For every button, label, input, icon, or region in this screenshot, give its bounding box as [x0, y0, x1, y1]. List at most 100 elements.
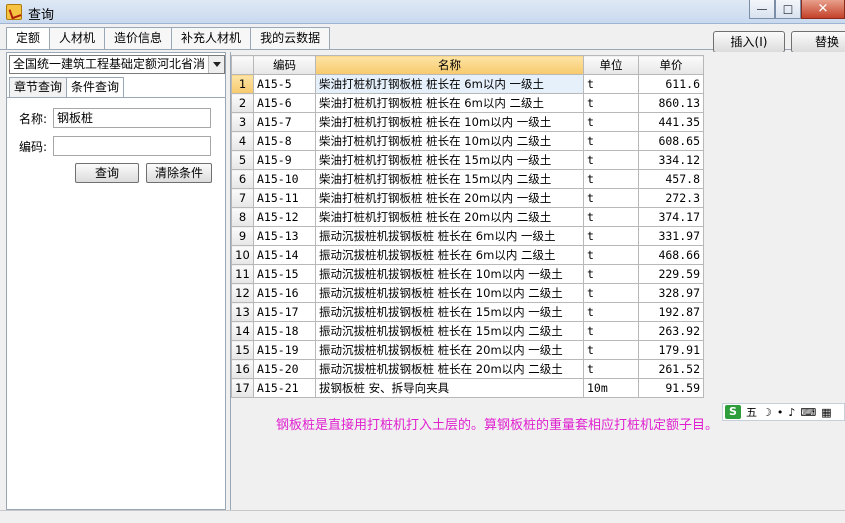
- cell-unit[interactable]: t: [583, 302, 639, 322]
- cell-unit[interactable]: t: [583, 112, 639, 132]
- cell-name[interactable]: 柴油打桩机打钢板桩 桩长在 15m以内 一级土: [315, 150, 584, 170]
- cell-unit[interactable]: t: [583, 283, 639, 303]
- tab-quota[interactable]: 定额: [6, 27, 51, 50]
- cell-unit[interactable]: t: [583, 245, 639, 265]
- cell-price[interactable]: 179.91: [638, 340, 704, 360]
- table-row[interactable]: 3 A15-7 柴油打桩机打钢板桩 桩长在 10m以内 一级土 t 441.35: [231, 112, 704, 132]
- cell-code[interactable]: A15-10: [253, 169, 316, 189]
- row-number[interactable]: 7: [231, 188, 254, 208]
- row-number[interactable]: 12: [231, 283, 254, 303]
- row-number[interactable]: 13: [231, 302, 254, 322]
- cell-price[interactable]: 374.17: [638, 207, 704, 227]
- cell-name[interactable]: 柴油打桩机打钢板桩 桩长在 10m以内 二级土: [315, 131, 584, 151]
- row-number[interactable]: 3: [231, 112, 254, 132]
- table-row[interactable]: 4 A15-8 柴油打桩机打钢板桩 桩长在 10m以内 二级土 t 608.65: [231, 131, 704, 151]
- cell-code[interactable]: A15-13: [253, 226, 316, 246]
- cell-code[interactable]: A15-14: [253, 245, 316, 265]
- cell-name[interactable]: 柴油打桩机打钢板桩 桩长在 6m以内 二级土: [315, 93, 584, 113]
- tab-supplement[interactable]: 补充人材机: [171, 27, 252, 49]
- tab-condition-query[interactable]: 条件查询: [66, 77, 125, 97]
- cell-code[interactable]: A15-17: [253, 302, 316, 322]
- cell-unit[interactable]: t: [583, 188, 639, 208]
- cell-code[interactable]: A15-19: [253, 340, 316, 360]
- ime-toolbar[interactable]: S 五 ☽ • ♪ ⌨ ▦: [722, 403, 845, 421]
- cell-price[interactable]: 192.87: [638, 302, 704, 322]
- cell-code[interactable]: A15-12: [253, 207, 316, 227]
- quota-library-select[interactable]: 全国统一建筑工程基础定额河北省消: [9, 55, 225, 74]
- cell-price[interactable]: 441.35: [638, 112, 704, 132]
- row-number[interactable]: 4: [231, 131, 254, 151]
- table-row[interactable]: 2 A15-6 柴油打桩机打钢板桩 桩长在 6m以内 二级土 t 860.13: [231, 93, 704, 113]
- chevron-down-icon[interactable]: [208, 56, 224, 73]
- close-button[interactable]: ✕: [801, 0, 845, 19]
- cell-price[interactable]: 457.8: [638, 169, 704, 189]
- minimize-button[interactable]: —: [749, 0, 775, 19]
- header-price[interactable]: 单价: [638, 55, 704, 75]
- cell-price[interactable]: 611.6: [638, 74, 704, 94]
- cell-name[interactable]: 振动沉拔桩机拔钢板桩 桩长在 10m以内 二级土: [315, 283, 584, 303]
- cell-name[interactable]: 柴油打桩机打钢板桩 桩长在 20m以内 二级土: [315, 207, 584, 227]
- row-number[interactable]: 9: [231, 226, 254, 246]
- row-number[interactable]: 17: [231, 378, 254, 398]
- cell-unit[interactable]: t: [583, 207, 639, 227]
- tab-cloud-data[interactable]: 我的云数据: [250, 27, 331, 49]
- query-button[interactable]: 查询: [75, 163, 139, 183]
- cell-price[interactable]: 860.13: [638, 93, 704, 113]
- cell-name[interactable]: 柴油打桩机打钢板桩 桩长在 15m以内 二级土: [315, 169, 584, 189]
- row-number[interactable]: 8: [231, 207, 254, 227]
- clear-conditions-button[interactable]: 清除条件: [146, 163, 212, 183]
- cell-code[interactable]: A15-18: [253, 321, 316, 341]
- cell-code[interactable]: A15-6: [253, 93, 316, 113]
- cell-code[interactable]: A15-5: [253, 74, 316, 94]
- replace-button[interactable]: 替换: [791, 31, 845, 53]
- cell-unit[interactable]: t: [583, 340, 639, 360]
- cell-name[interactable]: 振动沉拔桩机拔钢板桩 桩长在 15m以内 二级土: [315, 321, 584, 341]
- cell-price[interactable]: 331.97: [638, 226, 704, 246]
- cell-name[interactable]: 振动沉拔桩机拔钢板桩 桩长在 20m以内 二级土: [315, 359, 584, 379]
- cell-name[interactable]: 振动沉拔桩机拔钢板桩 桩长在 6m以内 二级土: [315, 245, 584, 265]
- cell-unit[interactable]: t: [583, 359, 639, 379]
- table-row[interactable]: 10 A15-14 振动沉拔桩机拔钢板桩 桩长在 6m以内 二级土 t 468.66: [231, 245, 704, 265]
- code-input[interactable]: [53, 136, 211, 156]
- table-row[interactable]: 1 A15-5 柴油打桩机打钢板桩 桩长在 6m以内 一级土 t 611.6: [231, 74, 704, 94]
- row-number[interactable]: 15: [231, 340, 254, 360]
- row-number[interactable]: 1: [231, 74, 254, 94]
- table-row[interactable]: 17 A15-21 拔钢板桩 安、拆导向夹具 10m 91.59: [231, 378, 704, 398]
- cell-name[interactable]: 振动沉拔桩机拔钢板桩 桩长在 20m以内 一级土: [315, 340, 584, 360]
- row-number[interactable]: 5: [231, 150, 254, 170]
- row-number[interactable]: 6: [231, 169, 254, 189]
- row-number[interactable]: 14: [231, 321, 254, 341]
- table-row[interactable]: 16 A15-20 振动沉拔桩机拔钢板桩 桩长在 20m以内 二级土 t 261.52: [231, 359, 704, 379]
- cell-name[interactable]: 振动沉拔桩机拔钢板桩 桩长在 15m以内 一级土: [315, 302, 584, 322]
- cell-price[interactable]: 91.59: [638, 378, 704, 398]
- table-row[interactable]: 14 A15-18 振动沉拔桩机拔钢板桩 桩长在 15m以内 二级土 t 263.92: [231, 321, 704, 341]
- table-row[interactable]: 12 A15-16 振动沉拔桩机拔钢板桩 桩长在 10m以内 二级土 t 328.97: [231, 283, 704, 303]
- cell-price[interactable]: 272.3: [638, 188, 704, 208]
- cell-price[interactable]: 229.59: [638, 264, 704, 284]
- row-number[interactable]: 10: [231, 245, 254, 265]
- cell-price[interactable]: 468.66: [638, 245, 704, 265]
- tab-chapter-query[interactable]: 章节查询: [9, 77, 68, 97]
- cell-code[interactable]: A15-15: [253, 264, 316, 284]
- table-row[interactable]: 11 A15-15 振动沉拔桩机拔钢板桩 桩长在 10m以内 一级土 t 229.59: [231, 264, 704, 284]
- cell-unit[interactable]: 10m: [583, 378, 639, 398]
- name-input[interactable]: 钢板桩: [53, 108, 211, 128]
- cell-price[interactable]: 608.65: [638, 131, 704, 151]
- cell-name[interactable]: 柴油打桩机打钢板桩 桩长在 20m以内 一级土: [315, 188, 584, 208]
- cell-unit[interactable]: t: [583, 150, 639, 170]
- row-number[interactable]: 11: [231, 264, 254, 284]
- table-row[interactable]: 6 A15-10 柴油打桩机打钢板桩 桩长在 15m以内 二级土 t 457.8: [231, 169, 704, 189]
- tab-cost-info[interactable]: 造价信息: [104, 27, 173, 49]
- cell-code[interactable]: A15-8: [253, 131, 316, 151]
- cell-price[interactable]: 334.12: [638, 150, 704, 170]
- row-number[interactable]: 16: [231, 359, 254, 379]
- cell-name[interactable]: 拔钢板桩 安、拆导向夹具: [315, 378, 584, 398]
- cell-code[interactable]: A15-21: [253, 378, 316, 398]
- tab-labor-material-machine[interactable]: 人材机: [49, 27, 106, 49]
- table-row[interactable]: 15 A15-19 振动沉拔桩机拔钢板桩 桩长在 20m以内 一级土 t 179.91: [231, 340, 704, 360]
- cell-price[interactable]: 328.97: [638, 283, 704, 303]
- cell-name[interactable]: 振动沉拔桩机拔钢板桩 桩长在 6m以内 一级土: [315, 226, 584, 246]
- cell-code[interactable]: A15-20: [253, 359, 316, 379]
- table-row[interactable]: 8 A15-12 柴油打桩机打钢板桩 桩长在 20m以内 二级土 t 374.17: [231, 207, 704, 227]
- cell-unit[interactable]: t: [583, 226, 639, 246]
